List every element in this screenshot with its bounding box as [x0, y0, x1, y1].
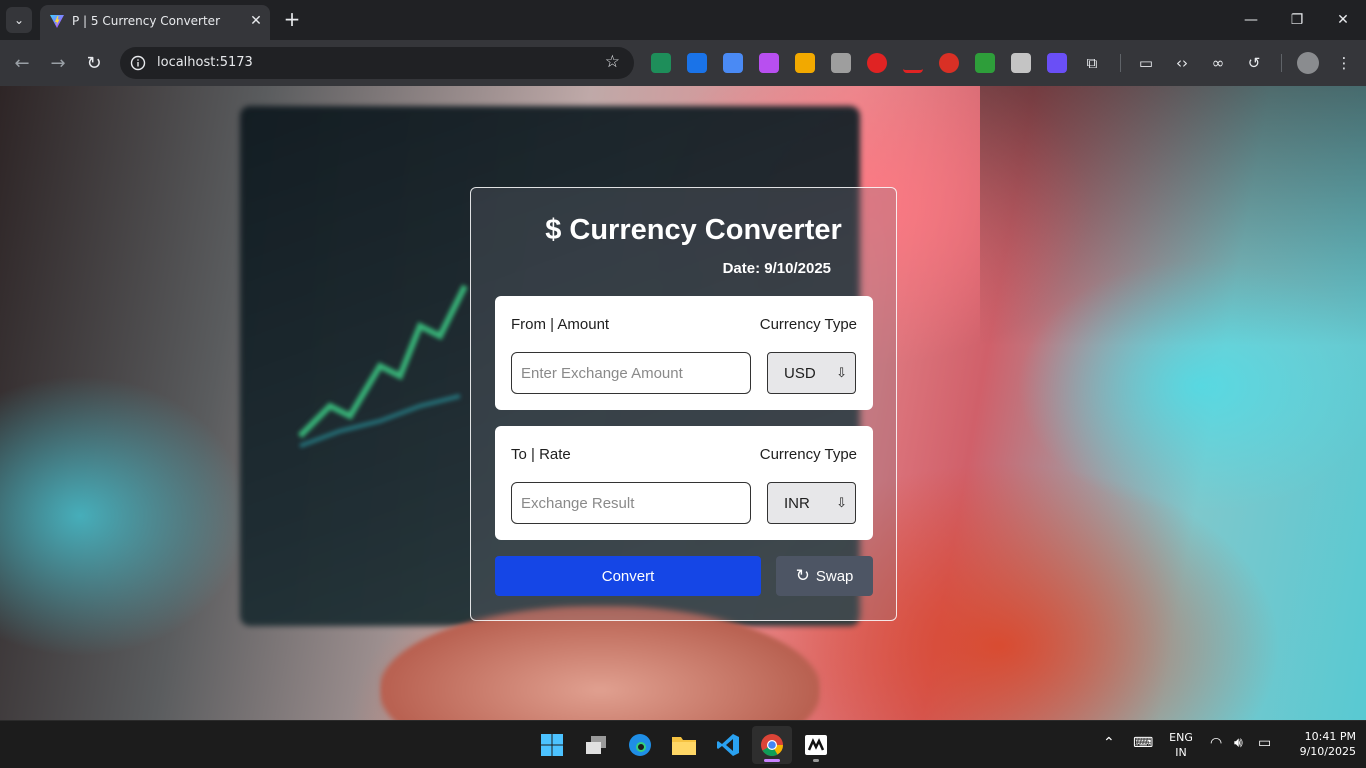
profile-avatar[interactable] [1297, 52, 1319, 74]
extension-sheets-icon[interactable] [651, 53, 671, 73]
result-input[interactable] [511, 482, 751, 524]
converter-card: $ Currency Converter Date: 9/10/2025 Fro… [470, 187, 897, 621]
extension-download-icon[interactable] [687, 53, 707, 73]
from-currency-select[interactable]: USD ⇩ [767, 352, 856, 394]
tab-search-chevron-icon[interactable]: ⌄ [6, 7, 32, 33]
language-primary: ENG [1169, 731, 1193, 744]
chrome-browser-icon[interactable] [752, 726, 792, 764]
start-windows-icon[interactable] [532, 726, 572, 764]
devtools-code-icon[interactable]: ‹› [1171, 52, 1193, 74]
address-bar[interactable]: localhost:5173 ☆ [120, 47, 634, 79]
language-indicator[interactable]: ENG IN [1162, 730, 1200, 760]
extension-stop-icon[interactable] [867, 53, 887, 73]
to-currency-select[interactable]: INR ⇩ [767, 482, 856, 524]
edge-browser-icon[interactable] [620, 726, 660, 764]
tab-close-icon[interactable]: ✕ [245, 10, 267, 32]
browser-tab-bar: ⌄ P | 5 Currency Converter ✕ + — ❐ ✕ [0, 0, 1366, 40]
restore-icon[interactable]: ❐ [1280, 6, 1314, 34]
clock[interactable]: 10:41 PM 9/10/2025 [1284, 729, 1356, 759]
extension-camera-icon[interactable] [831, 53, 851, 73]
toolbar-divider [1281, 54, 1282, 72]
site-info-icon[interactable] [130, 55, 146, 71]
to-rate-box: To | Rate Currency Type INR ⇩ [495, 426, 873, 540]
extensions-puzzle-icon[interactable]: ⧉ [1081, 52, 1103, 74]
page-title: $ Currency Converter [545, 214, 842, 246]
select-arrow-icon: ⇩ [836, 495, 847, 510]
back-arrow-icon[interactable]: ← [10, 51, 34, 75]
browser-tab[interactable]: P | 5 Currency Converter ✕ [40, 5, 270, 40]
from-currency-type-label: Currency Type [759, 316, 857, 333]
from-amount-box: From | Amount Currency Type USD ⇩ [495, 296, 873, 410]
active-app-indicator [764, 759, 780, 762]
vscode-icon[interactable] [708, 726, 748, 764]
amount-input[interactable] [511, 352, 751, 394]
close-window-icon[interactable]: ✕ [1326, 6, 1360, 34]
from-currency-value: USD [784, 365, 816, 382]
extension-color-icon[interactable] [759, 53, 779, 73]
swap-button[interactable]: ↻ Swap [776, 556, 873, 596]
clock-date: 9/10/2025 [1299, 745, 1356, 758]
extension-print-icon[interactable] [1011, 53, 1031, 73]
task-view-icon[interactable] [576, 726, 616, 764]
browser-toolbar: ← → ↻ localhost:5173 ☆ ⧉ ▭ ‹› ∞ ↺ ⋮ [0, 40, 1366, 86]
reload-icon[interactable]: ↻ [82, 51, 106, 75]
vite-favicon-icon [50, 15, 64, 28]
minimize-icon[interactable]: — [1234, 6, 1268, 34]
convert-button[interactable]: Convert [495, 556, 761, 596]
wifi-icon[interactable]: ◠ [1210, 735, 1222, 751]
url-text: localhost:5173 [157, 55, 253, 70]
current-date: Date: 9/10/2025 [722, 260, 831, 277]
background-hand [380, 606, 820, 720]
extension-pen-icon[interactable] [903, 53, 923, 73]
to-currency-type-label: Currency Type [759, 446, 857, 463]
keyboard-icon[interactable]: ⌨ [1133, 735, 1153, 751]
menu-kebab-icon[interactable]: ⋮ [1333, 52, 1355, 74]
forward-arrow-icon[interactable]: → [46, 51, 70, 75]
toolbar-divider [1120, 54, 1121, 72]
tab-title: P | 5 Currency Converter [72, 14, 221, 28]
convert-button-label: Convert [601, 567, 655, 585]
reading-mode-icon[interactable]: ▭ [1135, 52, 1157, 74]
language-secondary: IN [1175, 746, 1187, 759]
windows-taskbar: ⌃ ⌨ ENG IN ◠ 🔊︎ ▭ 10:41 PM 9/10/2025 [0, 720, 1366, 768]
background-shelf [980, 86, 1366, 346]
extension-adblock-icon[interactable] [939, 53, 959, 73]
bookmark-star-icon[interactable]: ☆ [605, 52, 620, 72]
extension-docs-icon[interactable] [723, 53, 743, 73]
to-label: To | Rate [511, 446, 571, 463]
clock-time: 10:41 PM [1304, 730, 1356, 743]
page-viewport: $ Currency Converter Date: 9/10/2025 Fro… [0, 86, 1366, 720]
select-arrow-icon: ⇩ [836, 365, 847, 380]
running-app-indicator [813, 759, 819, 762]
link-icon[interactable]: ∞ [1207, 52, 1229, 74]
extension-green-icon[interactable] [975, 53, 995, 73]
swap-button-label: Swap [815, 567, 854, 585]
extension-honey-icon[interactable] [795, 53, 815, 73]
battery-icon[interactable]: ▭ [1258, 735, 1271, 751]
swap-refresh-icon: ↻ [795, 566, 810, 585]
notes-app-icon[interactable] [796, 726, 836, 764]
from-label: From | Amount [511, 316, 610, 333]
tray-chevron-up-icon[interactable]: ⌃ [1103, 735, 1115, 751]
to-currency-value: INR [784, 495, 810, 512]
volume-icon[interactable]: 🔊︎ [1234, 735, 1243, 751]
extension-twitch-icon[interactable] [1047, 53, 1067, 73]
file-explorer-icon[interactable] [664, 726, 704, 764]
new-tab-plus-icon[interactable]: + [281, 8, 303, 30]
background-chart-image [297, 284, 468, 448]
history-icon[interactable]: ↺ [1243, 52, 1265, 74]
